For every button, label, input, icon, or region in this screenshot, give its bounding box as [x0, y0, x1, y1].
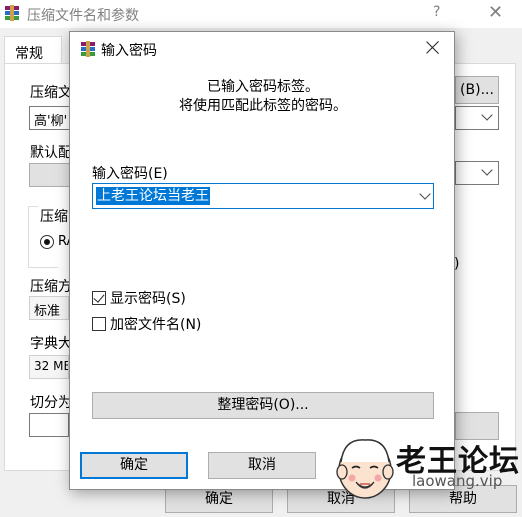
profiles-button[interactable] [29, 163, 71, 187]
browse-button[interactable]: (B)... [455, 76, 499, 104]
info-line-1: 已输入密码标签。 [207, 79, 319, 95]
help-icon[interactable]: ? [433, 4, 440, 20]
dictionary-label: 字典大 [30, 336, 72, 352]
bg-titlebar: 压缩文件名和参数 ? ✕ [0, 0, 522, 28]
checkbox-icon[interactable] [92, 317, 106, 331]
show-password-label: 显示密码(S) [110, 291, 186, 307]
password-field-label: 输入密码(E) [92, 166, 168, 182]
chevron-down-icon[interactable] [419, 188, 431, 200]
default-profile-label: 默认配 [30, 145, 72, 161]
radio-icon[interactable] [40, 235, 54, 249]
dialog-body [70, 64, 454, 489]
winrar-icon [81, 41, 95, 57]
split-label: 切分为 [30, 395, 72, 411]
dialog-title: 输入密码 [101, 43, 157, 59]
encrypt-filenames-option[interactable]: 加密文件名(N) [92, 314, 201, 334]
watermark-url: laowang.vip [412, 472, 503, 490]
archive-name-dropdown[interactable] [455, 106, 499, 130]
password-combobox[interactable]: 上老王论坛当老王 [92, 183, 434, 209]
info-line-2: 将使用匹配此标签的密码。 [179, 98, 347, 114]
cancel-button[interactable]: 取消 [208, 452, 316, 479]
dialog-titlebar: 输入密码 [70, 32, 454, 64]
tab-general[interactable]: 常规 [4, 36, 62, 64]
archive-name-label: 压缩文 [30, 85, 72, 101]
update-mode-dropdown[interactable] [455, 161, 499, 185]
password-value[interactable]: 上老王论坛当老王 [96, 187, 210, 205]
encrypt-filenames-label: 加密文件名(N) [110, 317, 202, 333]
ok-button[interactable]: 确定 [80, 452, 188, 479]
close-icon[interactable] [420, 36, 446, 60]
mascot-icon [336, 439, 394, 499]
chevron-down-icon [481, 164, 493, 176]
method-label: 压缩方 [30, 279, 72, 295]
method-dropdown[interactable]: 标准 [29, 296, 69, 320]
watermark: 老王论坛 laowang.vip [324, 430, 522, 517]
checkbox-icon[interactable] [92, 291, 106, 305]
enter-password-dialog: 输入密码 已输入密码标签。 将使用匹配此标签的密码。 输入密码(E) 上老王论坛… [69, 31, 455, 490]
chevron-down-icon [481, 109, 493, 121]
close-icon[interactable]: ✕ [488, 2, 503, 23]
show-password-option[interactable]: 显示密码(S) [92, 288, 186, 308]
dictionary-dropdown[interactable]: 32 MB [29, 355, 69, 379]
winrar-icon [5, 5, 19, 21]
bg-window-title: 压缩文件名和参数 [27, 8, 139, 24]
format-group-label: 压缩 [38, 206, 70, 226]
split-field[interactable] [29, 413, 69, 437]
password-label-info: 已输入密码标签。 将使用匹配此标签的密码。 [70, 78, 456, 116]
organize-passwords-button[interactable]: 整理密码(O)... [92, 392, 434, 419]
